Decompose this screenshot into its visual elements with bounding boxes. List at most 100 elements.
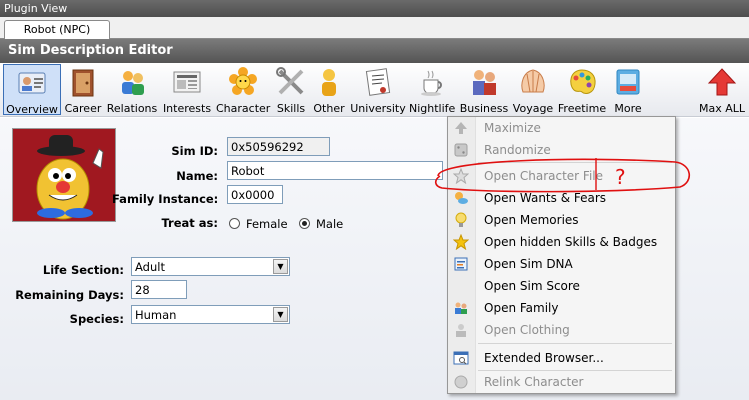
toolbar-freetime-button[interactable]: Freetime — [557, 64, 607, 115]
name-label: Name: — [176, 169, 218, 183]
menu-separator — [478, 343, 672, 344]
radio-indicator — [229, 218, 240, 229]
name-field[interactable]: Robot — [227, 161, 443, 180]
menu-item-maximize[interactable]: Maximize — [448, 117, 675, 139]
more-icon — [612, 66, 644, 98]
toolbar-label: Nightlife — [409, 102, 456, 115]
chevron-down-icon[interactable]: ▼ — [273, 307, 288, 322]
female-radio[interactable]: Female — [229, 217, 288, 231]
toolbar-label: Voyage — [512, 102, 554, 115]
species-select[interactable]: Human ▼ — [131, 305, 290, 324]
menu-item-label: Maximize — [484, 121, 541, 135]
sim-portrait — [12, 128, 116, 222]
menu-item-label: Extended Browser... — [484, 351, 604, 365]
toolbar-other-button[interactable]: Other — [311, 64, 347, 115]
editor-title: Sim Description Editor — [0, 39, 749, 63]
flower-icon — [227, 66, 259, 98]
clothing-icon — [453, 322, 469, 338]
toolbar-label: Relations — [106, 102, 158, 115]
species-label: Species: — [69, 312, 124, 326]
menu-item-open-family[interactable]: Open Family — [448, 297, 675, 319]
family-instance-label: Family Instance: — [112, 192, 219, 206]
relink-icon — [453, 374, 469, 390]
id-card-icon — [16, 67, 48, 99]
toolbar-max-all-button[interactable]: Max ALL — [698, 64, 746, 115]
diploma-icon — [362, 66, 394, 98]
dna-icon — [453, 256, 469, 272]
lightbulb-icon — [453, 212, 469, 228]
toolbar-label: Freetime — [557, 102, 607, 115]
toolbar-label: Other — [313, 102, 345, 115]
menu-item-relink-character[interactable]: Relink Character — [448, 371, 675, 393]
people-icon — [116, 66, 148, 98]
shell-icon — [517, 66, 549, 98]
toolbar-label: Business — [459, 102, 509, 115]
family-instance-field[interactable]: 0x0000 — [227, 185, 283, 204]
newspaper-icon — [171, 66, 203, 98]
life-section-value: Adult — [135, 260, 165, 274]
business-people-icon — [468, 66, 500, 98]
toolbar-more-button[interactable]: More — [610, 64, 646, 115]
toolbar-label: Career — [64, 102, 102, 115]
star-icon — [452, 233, 470, 251]
menu-item-label: Open Memories — [484, 213, 579, 227]
up-arrow-icon — [706, 66, 738, 98]
menu-item-label: Open Clothing — [484, 323, 570, 337]
sim-id-label: Sim ID: — [171, 144, 218, 158]
briefcase-icon — [67, 66, 99, 98]
male-radio-label: Male — [316, 217, 344, 231]
remaining-days-field[interactable]: 28 — [131, 280, 187, 299]
treat-as-label: Treat as: — [161, 216, 218, 230]
remaining-days-label: Remaining Days: — [15, 288, 124, 302]
toolbar: Overview Career Relations Interests Char… — [0, 63, 749, 117]
toolbar-label: Interests — [162, 102, 212, 115]
toolbar-interests-button[interactable]: Interests — [161, 64, 213, 115]
menu-item-open-hidden-skills[interactable]: Open hidden Skills & Badges — [448, 231, 675, 253]
palette-icon — [566, 66, 598, 98]
toolbar-nightlife-button[interactable]: Nightlife — [409, 64, 455, 115]
toolbar-career-button[interactable]: Career — [63, 64, 103, 115]
life-section-label: Life Section: — [42, 263, 124, 277]
window-title: Plugin View — [0, 0, 749, 17]
person-icon — [313, 66, 345, 98]
family-icon — [453, 300, 469, 316]
male-radio[interactable]: Male — [299, 217, 343, 231]
menu-item-label: Open Sim Score — [484, 279, 580, 293]
menu-item-open-clothing[interactable]: Open Clothing — [448, 319, 675, 341]
tools-icon — [275, 66, 307, 98]
toolbar-voyage-button[interactable]: Voyage — [512, 64, 554, 115]
menu-item-open-sim-dna[interactable]: Open Sim DNA — [448, 253, 675, 275]
radio-indicator — [299, 218, 310, 229]
coffee-icon — [416, 66, 448, 98]
browser-icon — [453, 350, 469, 366]
toolbar-character-button[interactable]: Character — [216, 64, 270, 115]
hand-drawn-annotation: ? — [434, 158, 690, 193]
menu-item-label: Open Family — [484, 301, 559, 315]
toolbar-label: More — [614, 102, 642, 115]
menu-item-open-sim-score[interactable]: Open Sim Score — [448, 275, 675, 297]
sim-id-field: 0x50596292 — [227, 137, 330, 156]
menu-item-label: Relink Character — [484, 375, 584, 389]
toolbar-label: Skills — [276, 102, 306, 115]
toolbar-business-button[interactable]: Business — [459, 64, 509, 115]
menu-item-extended-browser[interactable]: Extended Browser... — [448, 347, 675, 369]
toolbar-relations-button[interactable]: Relations — [106, 64, 158, 115]
toolbar-label: Overview — [6, 103, 58, 116]
toolbar-label: Max ALL — [698, 102, 746, 115]
female-radio-label: Female — [246, 217, 288, 231]
toolbar-overview-button[interactable]: Overview — [3, 64, 61, 116]
menu-item-label: Open Sim DNA — [484, 257, 573, 271]
menu-item-label: Open hidden Skills & Badges — [484, 235, 658, 249]
tab-strip: Robot (NPC) — [0, 17, 749, 40]
up-arrow-icon — [453, 120, 469, 136]
question-mark: ? — [615, 165, 626, 189]
toolbar-label: Character — [216, 102, 271, 115]
toolbar-label: University — [350, 102, 406, 115]
tab-robot-npc[interactable]: Robot (NPC) — [4, 20, 110, 40]
chevron-down-icon[interactable]: ▼ — [273, 259, 288, 274]
toolbar-skills-button[interactable]: Skills — [273, 64, 309, 115]
species-value: Human — [135, 308, 177, 322]
life-section-select[interactable]: Adult ▼ — [131, 257, 290, 276]
menu-item-open-memories[interactable]: Open Memories — [448, 209, 675, 231]
toolbar-university-button[interactable]: University — [350, 64, 406, 115]
